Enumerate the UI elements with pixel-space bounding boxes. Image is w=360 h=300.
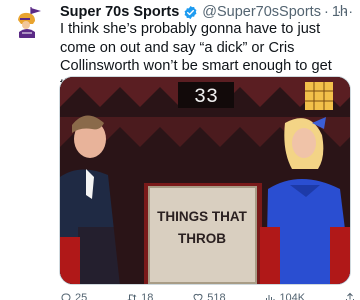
views-button[interactable]: 104K bbox=[264, 291, 305, 300]
views-count: 104K bbox=[279, 292, 306, 300]
reply-count: 25 bbox=[75, 292, 88, 300]
handle[interactable]: @Super70sSports bbox=[202, 4, 321, 20]
super70s-logo-icon bbox=[9, 2, 47, 40]
display-name[interactable]: Super 70s Sports bbox=[60, 4, 179, 20]
like-count: 518 bbox=[207, 292, 226, 300]
card-line-1: THINGS THAT bbox=[157, 209, 247, 224]
tweet-actions: 25 18 518 104K bbox=[60, 291, 356, 300]
views-icon bbox=[266, 295, 275, 300]
more-options-icon[interactable]: ··· bbox=[337, 3, 354, 19]
share-icon bbox=[346, 292, 354, 300]
card-line-2: THROB bbox=[178, 231, 226, 246]
share-button[interactable] bbox=[344, 291, 356, 300]
like-button[interactable]: 518 bbox=[192, 291, 226, 300]
tweet-media[interactable]: 33 THINGS THAT THROB bbox=[59, 76, 351, 285]
tweet-header: Super 70s Sports @Super70sSports · 1h ··… bbox=[60, 3, 356, 21]
retweet-count: 18 bbox=[141, 292, 154, 300]
separator-dot: · bbox=[323, 4, 329, 20]
game-show-photo: 33 THINGS THAT THROB bbox=[60, 77, 350, 284]
score-display: 33 bbox=[194, 86, 218, 109]
heart-icon bbox=[193, 293, 203, 300]
retweet-icon bbox=[127, 294, 137, 300]
reply-button[interactable]: 25 bbox=[60, 291, 87, 300]
retweet-button[interactable]: 18 bbox=[126, 291, 153, 300]
tweet[interactable]: Super 70s Sports @Super70sSports · 1h ··… bbox=[0, 0, 360, 300]
verified-badge-icon bbox=[183, 5, 198, 20]
reply-icon bbox=[61, 293, 71, 300]
avatar[interactable] bbox=[9, 2, 47, 40]
